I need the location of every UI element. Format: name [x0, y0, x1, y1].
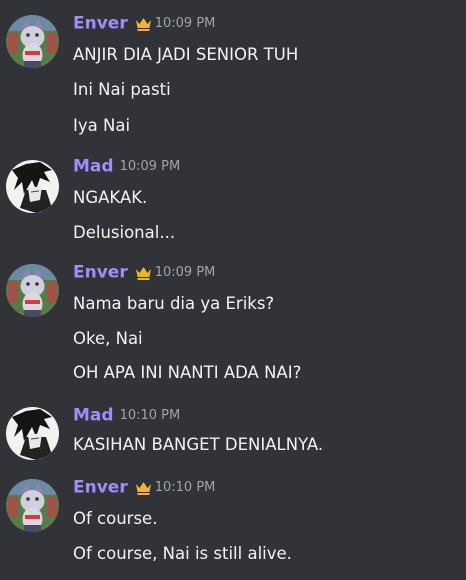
crown-icon [135, 17, 152, 31]
message-text: KASIHAN BANGET DENIALNYA. [73, 435, 324, 454]
message-text: ANJIR DIA JADI SENIOR TUH [73, 45, 299, 64]
username[interactable]: Mad [73, 406, 114, 426]
message-text: Oke, Nai [73, 329, 143, 348]
message-text: Of course. [73, 509, 158, 528]
cat-avatar-icon [6, 264, 59, 317]
message-text: Ini Nai pasti [73, 80, 171, 99]
message-text: Delusional... [73, 223, 176, 242]
message-text: NGAKAK. [73, 188, 148, 207]
avatar[interactable] [6, 264, 59, 317]
anime-sketch-avatar-icon [6, 407, 59, 460]
message-text: Of course, Nai is still alive. [73, 544, 292, 563]
avatar[interactable] [6, 479, 59, 532]
timestamp[interactable]: 10:09 PM [155, 16, 216, 31]
message-header: Mad 10:10 PM [73, 405, 180, 429]
username[interactable]: Enver [73, 478, 128, 498]
username[interactable]: Enver [73, 14, 128, 34]
timestamp[interactable]: 10:10 PM [120, 408, 181, 423]
message-header: Enver 10:09 PM [73, 13, 215, 37]
message-text: Iya Nai [73, 116, 131, 135]
avatar[interactable] [6, 15, 59, 68]
message-text: Nama baru dia ya Eriks? [73, 294, 275, 313]
timestamp[interactable]: 10:10 PM [155, 480, 216, 495]
username[interactable]: Mad [73, 157, 114, 177]
cat-avatar-icon [6, 479, 59, 532]
message-text: OH APA INI NANTI ADA NAI? [73, 363, 302, 382]
timestamp[interactable]: 10:09 PM [120, 159, 181, 174]
crown-icon [135, 481, 152, 495]
cat-avatar-icon [6, 15, 59, 68]
anime-sketch-avatar-icon [6, 160, 59, 213]
avatar[interactable] [6, 160, 59, 213]
message-header: Mad 10:09 PM [73, 156, 180, 180]
timestamp[interactable]: 10:09 PM [155, 265, 216, 280]
username[interactable]: Enver [73, 263, 128, 283]
message-header: Enver 10:09 PM [73, 262, 215, 286]
avatar[interactable] [6, 407, 59, 460]
crown-icon [135, 266, 152, 280]
message-header: Enver 10:10 PM [73, 477, 215, 501]
